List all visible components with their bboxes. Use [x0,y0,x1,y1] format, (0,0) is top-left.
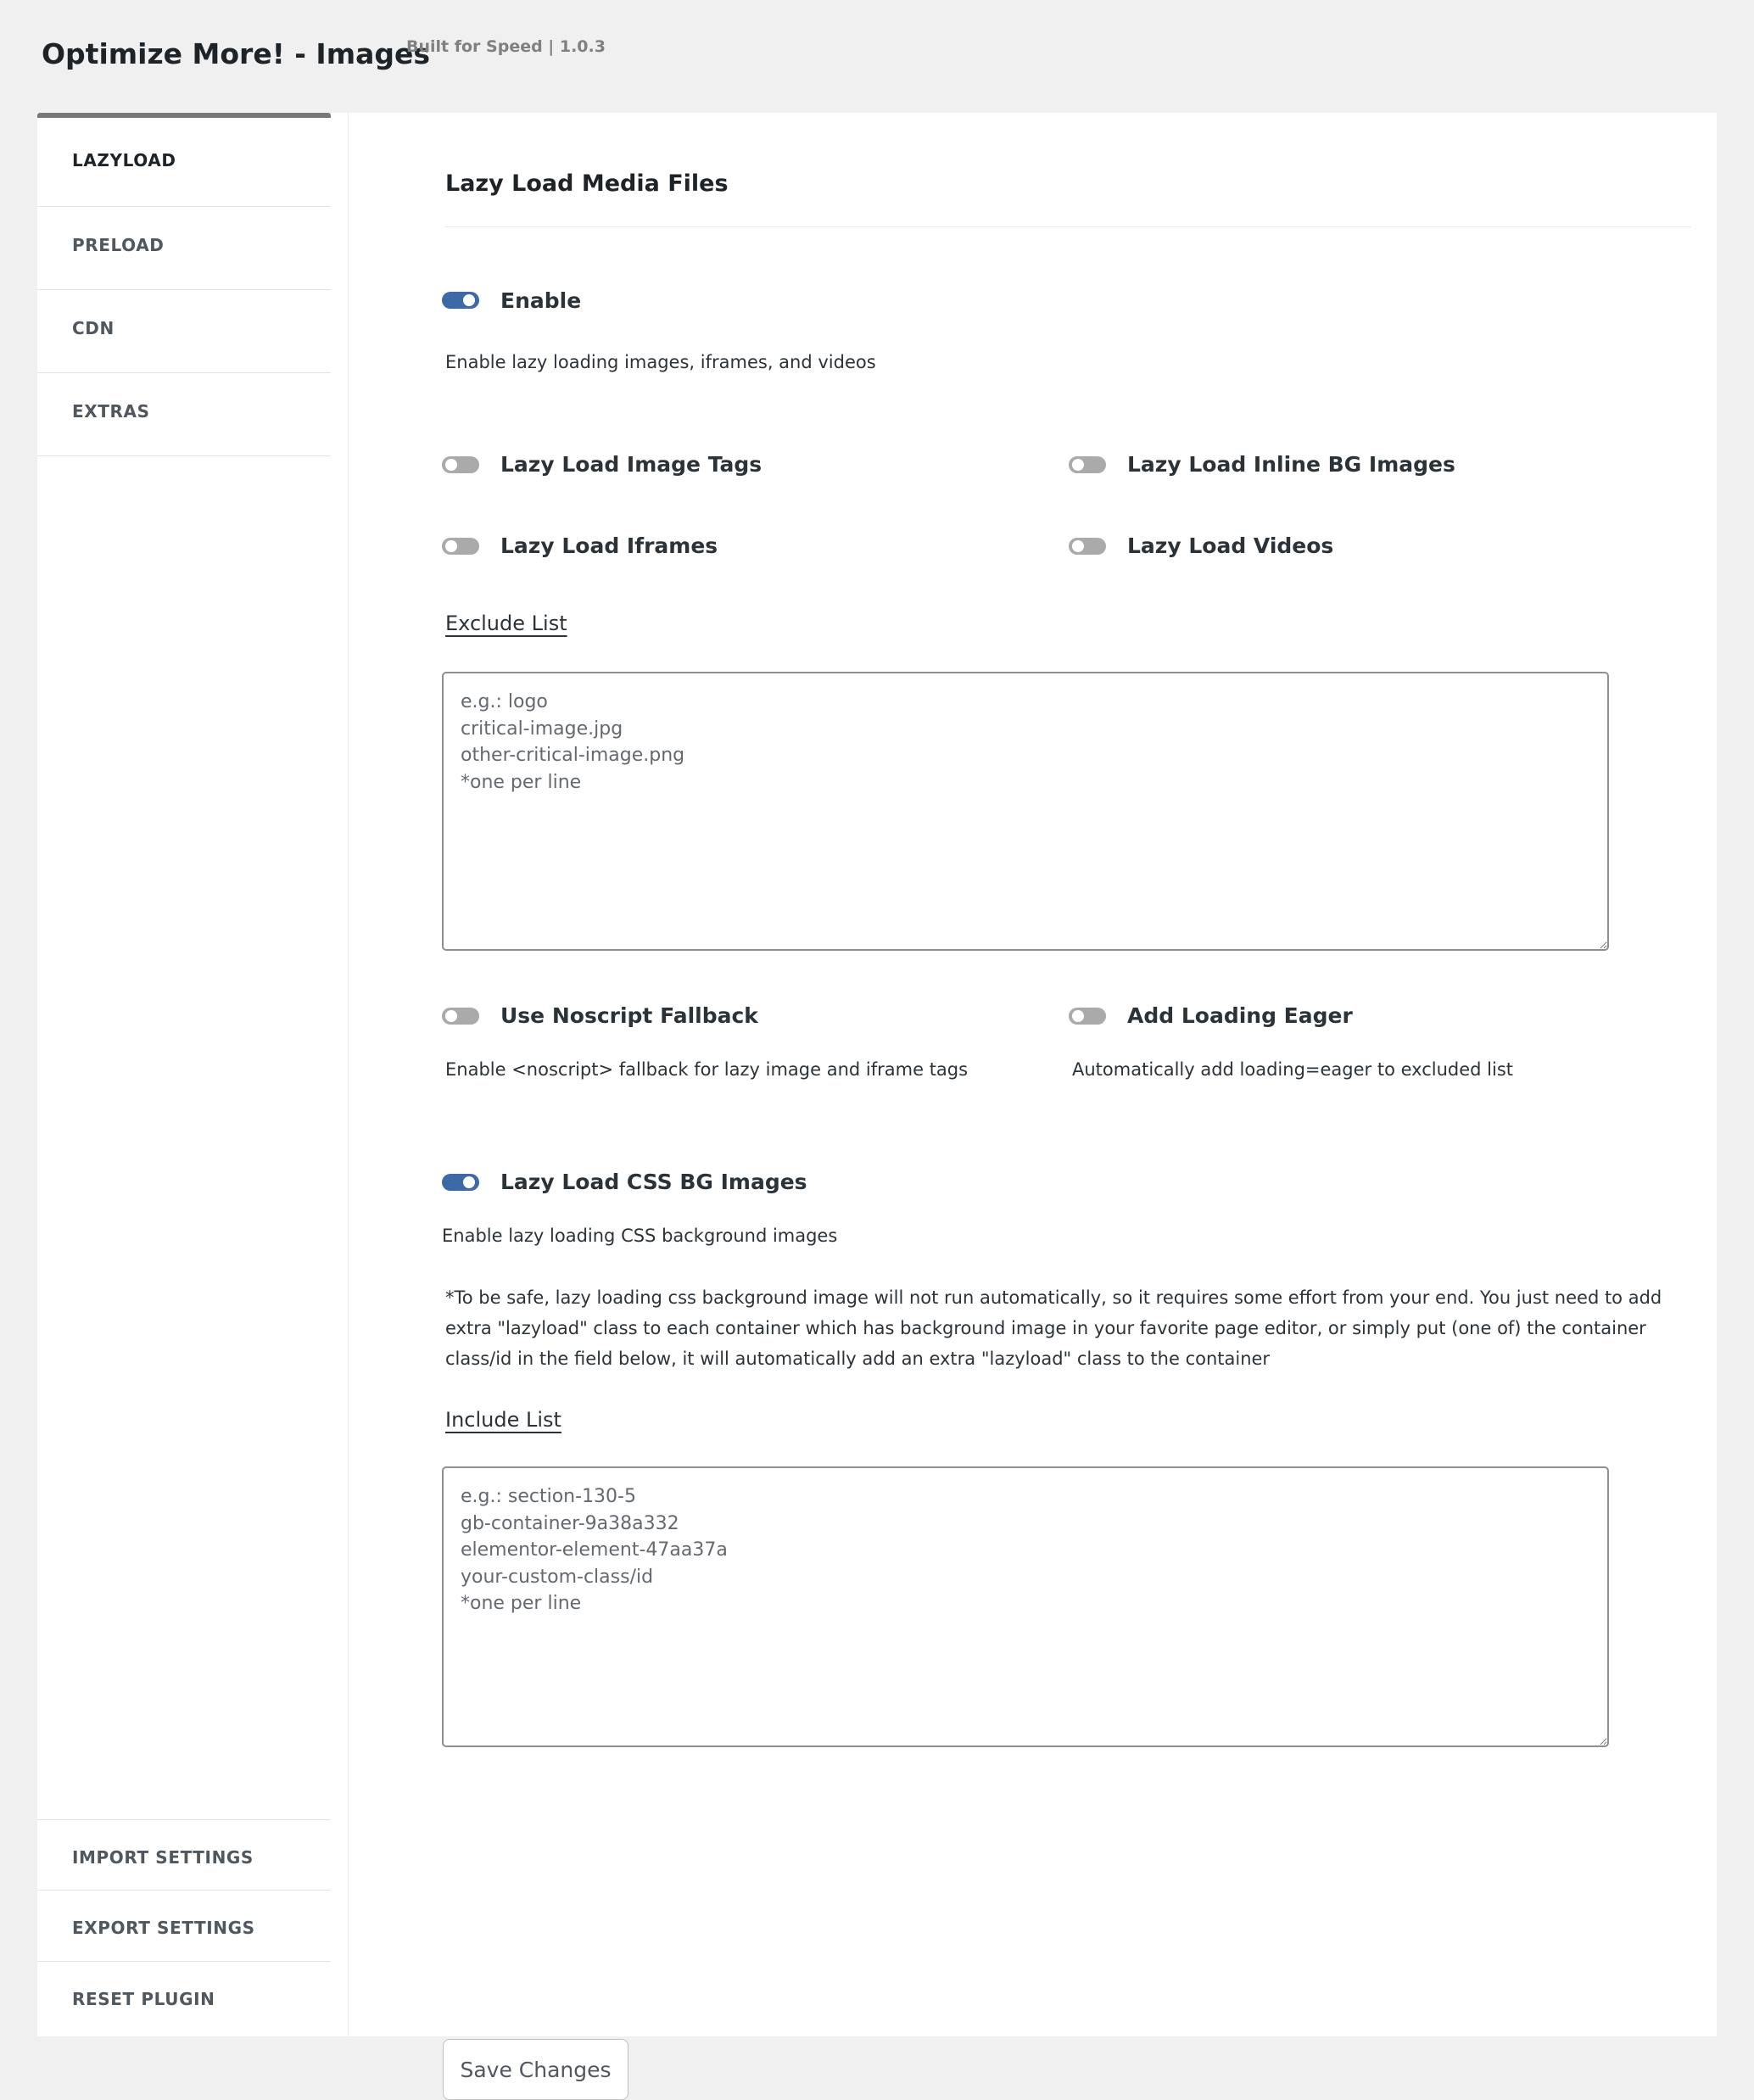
toggle-knob [445,1010,457,1022]
lazy-load-image-tags-label: Lazy Load Image Tags [500,452,762,477]
sidebar: LAZYLOAD PRELOAD CDN EXTRAS IMPORT SETTI… [37,113,349,2036]
sidebar-item-label: RESET PLUGIN [72,1989,215,2009]
lazy-load-image-tags-toggle[interactable] [442,456,479,473]
loading-eager-label: Add Loading Eager [1127,1003,1353,1028]
toggle-knob [463,294,475,306]
include-list-textarea[interactable] [442,1466,1609,1747]
include-list-label[interactable]: Include List [445,1408,561,1432]
lazy-load-videos-toggle[interactable] [1069,538,1106,555]
enable-description: Enable lazy loading images, iframes, and… [445,352,876,372]
sidebar-item-label: LAZYLOAD [72,150,176,170]
import-settings-button[interactable]: IMPORT SETTINGS [37,1819,331,1891]
divider [444,226,1691,227]
css-bg-description: Enable lazy loading CSS background image… [442,1226,838,1246]
sidebar-item-label: IMPORT SETTINGS [72,1847,254,1868]
toggle-knob [1072,1010,1084,1022]
section-title: Lazy Load Media Files [445,170,729,197]
settings-panel: LAZYLOAD PRELOAD CDN EXTRAS IMPORT SETTI… [37,113,1717,2100]
sidebar-item-label: EXPORT SETTINGS [72,1918,255,1938]
sidebar-item-lazyload[interactable]: LAZYLOAD [37,118,331,207]
loading-eager-description: Automatically add loading=eager to exclu… [1072,1059,1513,1080]
sidebar-item-preload[interactable]: PRELOAD [37,207,331,290]
exclude-list-label[interactable]: Exclude List [445,612,567,635]
lazy-load-inline-bg-toggle[interactable] [1069,456,1106,473]
sidebar-item-label: PRELOAD [72,235,165,255]
toggle-knob [1072,540,1084,552]
toggle-knob [445,459,457,471]
enable-label: Enable [500,288,582,313]
noscript-fallback-label: Use Noscript Fallback [500,1003,758,1028]
noscript-fallback-description: Enable <noscript> fallback for lazy imag… [445,1059,969,1080]
lazy-load-iframes-toggle[interactable] [442,538,479,555]
reset-plugin-button[interactable]: RESET PLUGIN [37,1962,331,2033]
lazy-load-css-bg-label: Lazy Load CSS BG Images [500,1170,807,1194]
toggle-knob [1072,459,1084,471]
app-title: Optimize More! - Images [42,37,431,70]
app-version: Built for Speed | 1.0.3 [406,37,606,56]
sidebar-item-cdn[interactable]: CDN [37,290,331,373]
lazy-load-inline-bg-label: Lazy Load Inline BG Images [1127,452,1455,477]
sidebar-item-extras[interactable]: EXTRAS [37,373,331,456]
toggle-knob [445,540,457,552]
export-settings-button[interactable]: EXPORT SETTINGS [37,1891,331,1962]
toggle-knob [463,1176,475,1188]
save-changes-button[interactable]: Save Changes [443,2039,628,2100]
loading-eager-toggle[interactable] [1069,1008,1106,1025]
lazy-load-videos-label: Lazy Load Videos [1127,533,1334,558]
exclude-list-textarea[interactable] [442,672,1609,951]
noscript-fallback-toggle[interactable] [442,1008,479,1025]
lazy-load-css-bg-toggle[interactable] [442,1174,479,1191]
css-bg-note: *To be safe, lazy loading css background… [445,1287,1662,1369]
enable-toggle[interactable] [442,292,479,309]
lazy-load-iframes-label: Lazy Load Iframes [500,533,718,558]
sidebar-item-label: CDN [72,318,115,338]
sidebar-item-label: EXTRAS [72,401,150,422]
